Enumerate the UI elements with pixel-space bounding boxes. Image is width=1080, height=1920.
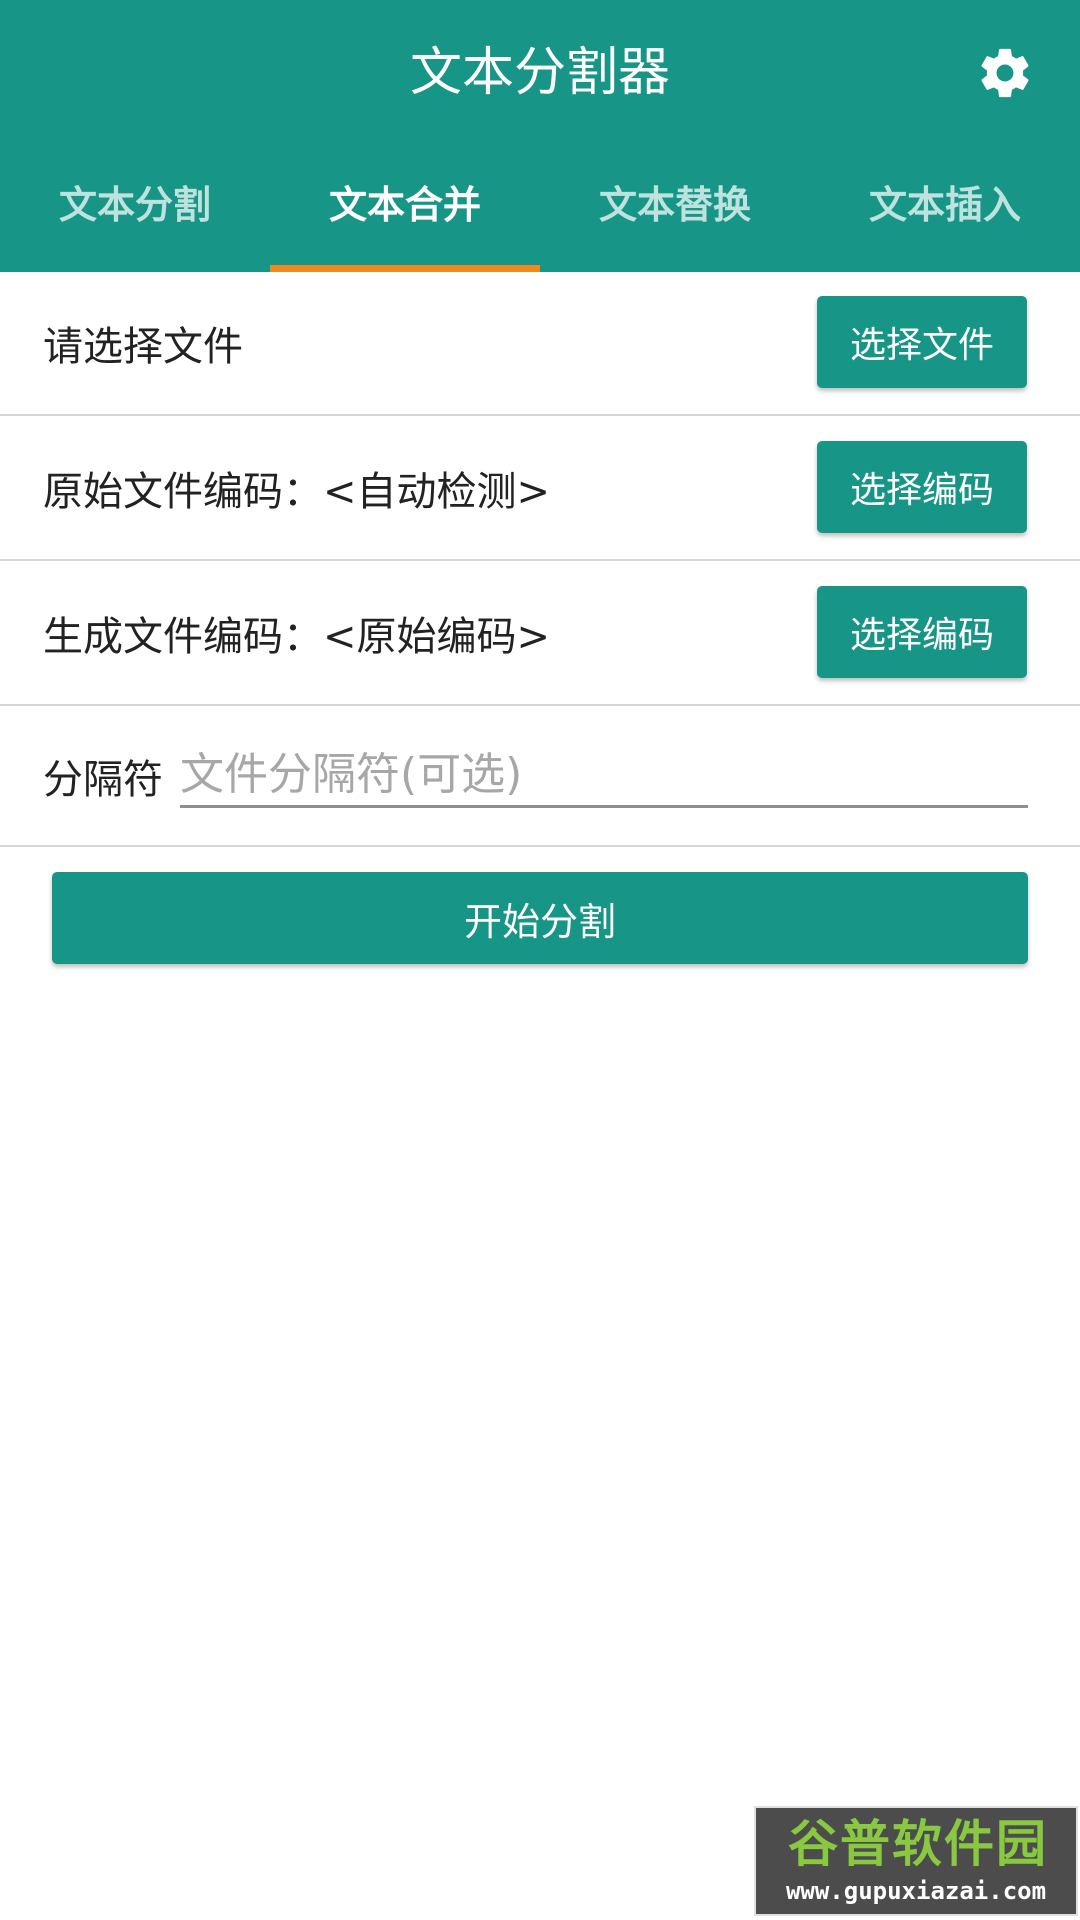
tab-text-merge[interactable]: 文本合并 bbox=[270, 170, 540, 272]
tab-bar: 文本分割 文本合并 文本替换 文本插入 bbox=[0, 170, 1080, 272]
choose-output-encoding-button[interactable]: 选择编码 bbox=[817, 586, 1027, 678]
file-row: 请选择文件 选择文件 bbox=[0, 272, 1080, 416]
watermark-url: www.gupuxiazai.com bbox=[785, 1877, 1047, 1905]
tab-text-replace[interactable]: 文本替换 bbox=[540, 170, 810, 272]
gear-icon[interactable] bbox=[976, 44, 1034, 102]
separator-input[interactable]: 文件分隔符(可选) bbox=[180, 745, 1028, 808]
file-label: 请选择文件 bbox=[43, 324, 243, 370]
source-encoding-label: 原始文件编码：<自动检测> bbox=[43, 469, 551, 515]
output-encoding-row: 生成文件编码：<原始编码> 选择编码 bbox=[0, 562, 1080, 706]
tab-text-insert[interactable]: 文本插入 bbox=[810, 170, 1080, 272]
watermark-title: 谷普软件园 bbox=[788, 1815, 1048, 1873]
source-encoding-row: 原始文件编码：<自动检测> 选择编码 bbox=[0, 417, 1080, 561]
separator-label: 分隔符 bbox=[43, 757, 163, 803]
output-encoding-label: 生成文件编码：<原始编码> bbox=[43, 614, 551, 660]
choose-file-button[interactable]: 选择文件 bbox=[817, 296, 1027, 388]
tab-text-split[interactable]: 文本分割 bbox=[0, 170, 270, 272]
watermark-logo: 谷普软件园 www.gupuxiazai.com bbox=[754, 1806, 1078, 1916]
choose-source-encoding-button[interactable]: 选择编码 bbox=[817, 441, 1027, 533]
app-bar: 文本分割器 文本分割 文本合并 文本替换 文本插入 bbox=[0, 0, 1080, 272]
separator-row: 分隔符 文件分隔符(可选) bbox=[0, 707, 1080, 847]
start-split-button[interactable]: 开始分割 bbox=[52, 872, 1028, 964]
app-title: 文本分割器 bbox=[409, 43, 670, 103]
